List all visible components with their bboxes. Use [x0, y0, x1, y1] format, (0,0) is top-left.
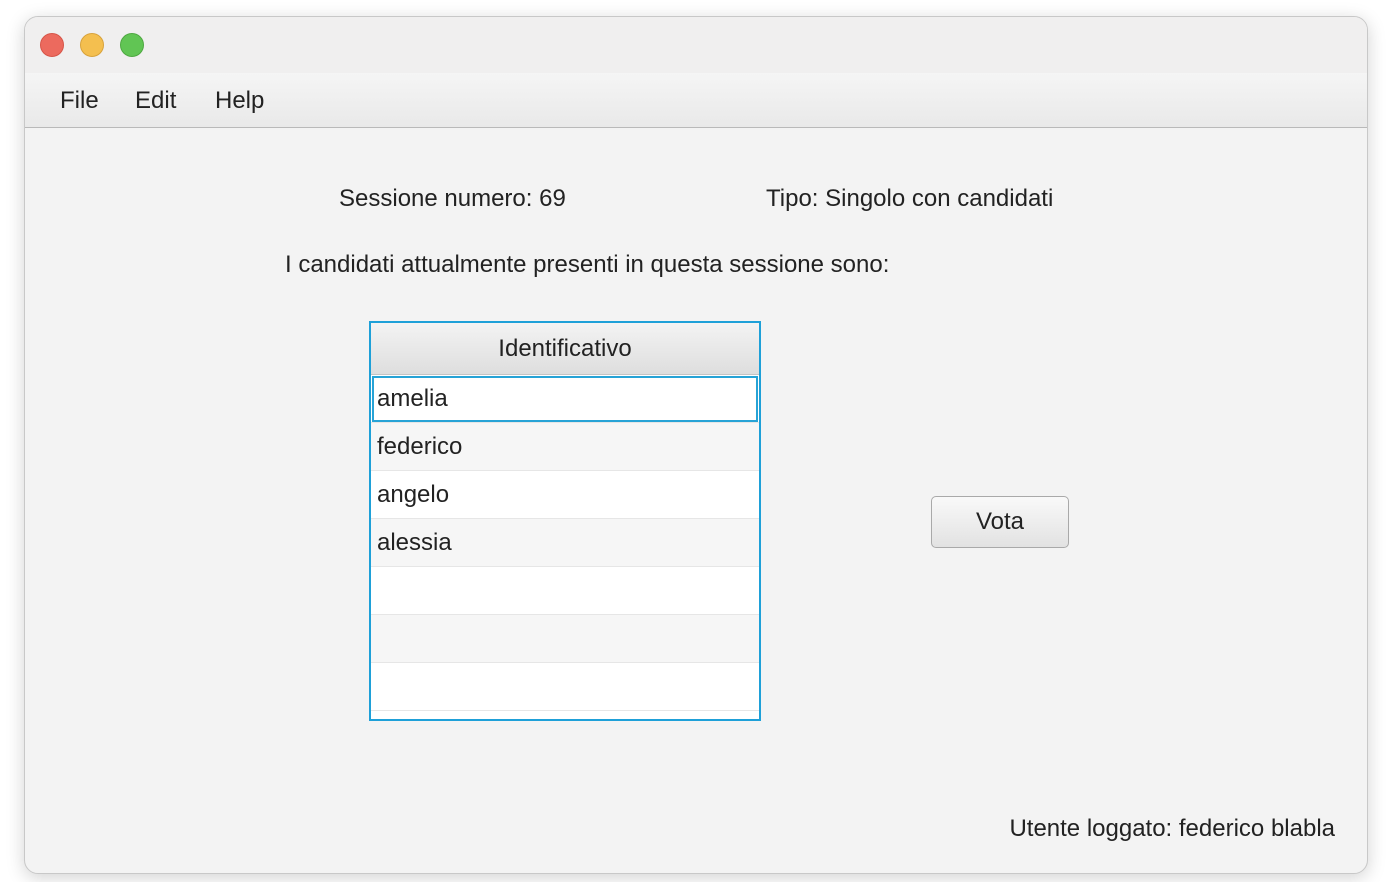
table-row-empty — [371, 567, 759, 615]
menu-file[interactable]: File — [60, 87, 99, 115]
table-row[interactable]: angelo — [371, 471, 759, 519]
vote-button[interactable]: Vota — [931, 496, 1069, 548]
table-row[interactable]: alessia — [371, 519, 759, 567]
table-row[interactable]: amelia — [371, 375, 759, 423]
table-row[interactable]: federico — [371, 423, 759, 471]
table-row-empty — [371, 615, 759, 663]
candidates-intro-label: I candidati attualmente presenti in ques… — [285, 251, 890, 278]
table-row-empty — [371, 663, 759, 711]
logged-user-label: Utente loggato: federico blabla — [1009, 815, 1335, 842]
session-number-label: Sessione numero: 69 — [339, 185, 566, 212]
menu-bar: File Edit Help — [25, 73, 1367, 128]
candidates-table[interactable]: Identificativo amelia federico angelo al… — [369, 321, 761, 721]
title-bar — [25, 17, 1367, 73]
menu-edit[interactable]: Edit — [135, 87, 176, 115]
close-window-button[interactable] — [40, 33, 64, 57]
app-window: File Edit Help Sessione numero: 69 Tipo:… — [24, 16, 1368, 874]
minimize-window-button[interactable] — [80, 33, 104, 57]
maximize-window-button[interactable] — [120, 33, 144, 57]
menu-help[interactable]: Help — [215, 87, 264, 115]
session-type-label: Tipo: Singolo con candidati — [766, 185, 1054, 212]
column-header-identificativo[interactable]: Identificativo — [371, 323, 759, 375]
